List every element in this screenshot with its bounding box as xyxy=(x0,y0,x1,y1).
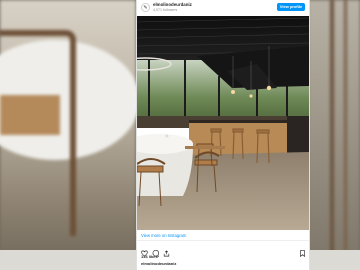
comment-icon[interactable] xyxy=(152,244,160,258)
backdrop-seat-shape xyxy=(0,95,60,135)
view-more-link[interactable]: View more on Instagram xyxy=(141,233,186,238)
bookmark-icon[interactable] xyxy=(299,244,306,258)
share-icon[interactable] xyxy=(163,244,170,257)
heart-icon[interactable] xyxy=(141,244,148,257)
username[interactable]: elmolinodeurdaniz xyxy=(153,2,192,7)
follower-count: 4,071 followers xyxy=(153,8,178,12)
backdrop-leg-shape xyxy=(330,0,334,270)
restaurant-interior-image xyxy=(137,16,309,230)
post-actions xyxy=(137,241,309,258)
view-profile-button[interactable]: View profile xyxy=(277,3,305,11)
caption-username[interactable]: elmolinodeurdaniz xyxy=(141,261,176,266)
post-photo[interactable] xyxy=(137,16,309,230)
backdrop-leg-shape xyxy=(344,0,347,270)
backdrop-right-panel xyxy=(308,0,360,270)
post-header: ✎ elmolinodeurdaniz 4,071 followers View… xyxy=(137,0,309,16)
backdrop-left-panel xyxy=(0,0,140,270)
avatar[interactable]: ✎ xyxy=(141,3,150,12)
like-count: 146 likes xyxy=(141,254,158,259)
view-more-on-instagram[interactable]: View more on Instagram xyxy=(137,230,309,241)
instagram-embed-card: ✎ elmolinodeurdaniz 4,071 followers View… xyxy=(136,0,310,270)
